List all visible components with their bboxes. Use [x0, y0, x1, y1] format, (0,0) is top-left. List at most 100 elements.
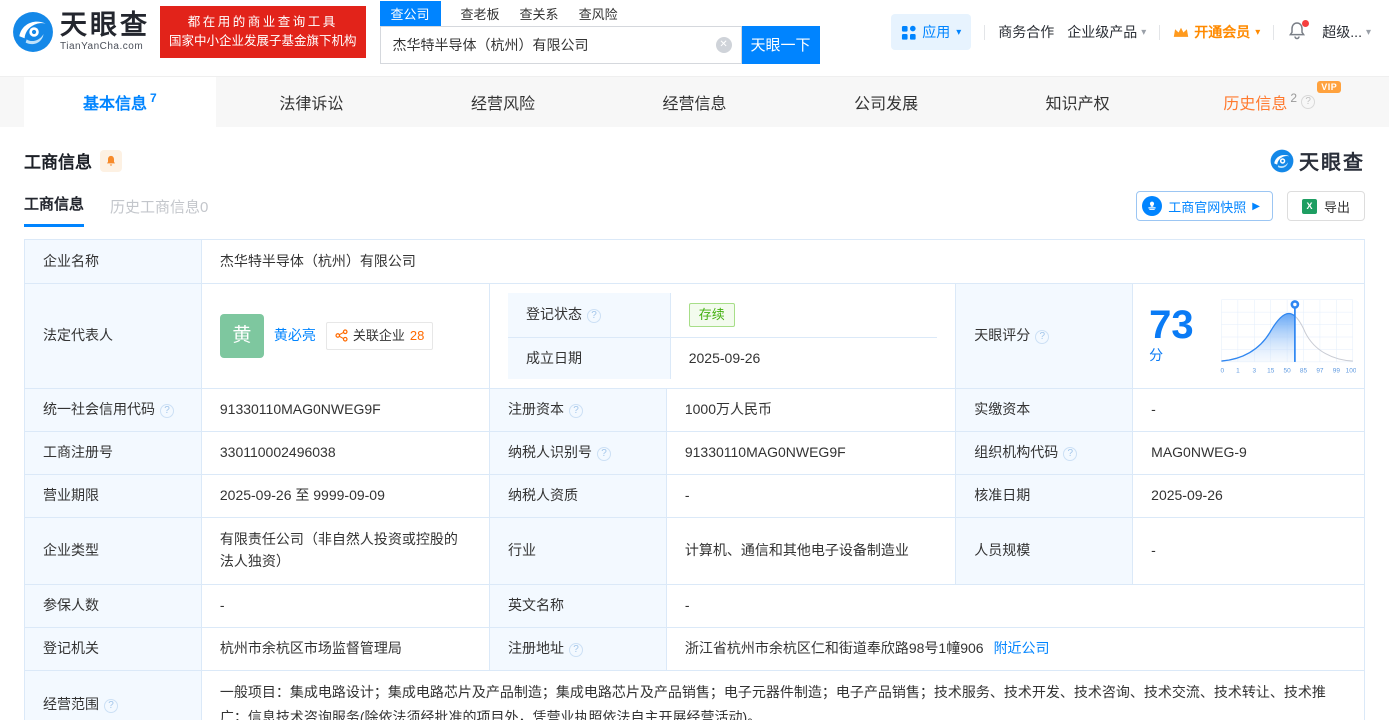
- search-tab-boss[interactable]: 查老板: [461, 4, 500, 23]
- promo-line2: 国家中小企业发展子基金旗下机构: [169, 34, 357, 48]
- legal-rep-link[interactable]: 黄必亮: [274, 325, 316, 347]
- field-label: 行业: [488, 517, 667, 585]
- help-icon[interactable]: [568, 404, 583, 419]
- field-label: 登记机关: [24, 627, 202, 671]
- subtab-history-business-info[interactable]: 历史工商信息0: [110, 196, 208, 227]
- tab-operating-info[interactable]: 经营信息: [599, 77, 791, 127]
- divider: [1159, 24, 1161, 40]
- nav-apps[interactable]: 应用 ▾: [891, 14, 972, 50]
- help-icon[interactable]: [568, 643, 583, 658]
- tianyancha-logo-icon: [13, 12, 53, 52]
- notification-dot: [1302, 20, 1310, 27]
- official-snapshot-button[interactable]: 工商官网快照 ▶: [1136, 191, 1273, 221]
- promo-line1: 都在用的商业查询工具: [187, 14, 338, 29]
- help-icon[interactable]: [104, 699, 118, 714]
- nav-enterprise-product[interactable]: 企业级产品 ▾: [1067, 22, 1146, 42]
- avatar[interactable]: 黄: [219, 314, 264, 358]
- search-tab-company[interactable]: 查公司: [379, 0, 441, 26]
- field-label: 英文名称: [488, 584, 667, 628]
- tianyancha-logo[interactable]: 天眼查 TianYanCha.com: [12, 11, 150, 53]
- svg-text:15: 15: [1267, 367, 1275, 374]
- search-tab-relation[interactable]: 查关系: [520, 4, 559, 23]
- score-unit: 分: [1149, 347, 1164, 364]
- watermark-logo: 天眼查: [1270, 146, 1365, 175]
- notification-bell[interactable]: [1287, 20, 1310, 43]
- divider: [984, 24, 986, 40]
- search-input[interactable]: 杰华特半导体（杭州）有限公司 ✕: [379, 25, 742, 64]
- bell-icon: [106, 155, 116, 166]
- field-label: 成立日期: [507, 337, 671, 379]
- field-label: 登记状态: [507, 293, 671, 338]
- chevron-down-icon: ▾: [1255, 26, 1261, 38]
- nav-vip-upgrade[interactable]: 开通会员 ▾: [1173, 22, 1260, 42]
- field-label: 企业类型: [24, 517, 202, 585]
- field-value: 1000万人民币: [665, 388, 957, 432]
- search-input-value: 杰华特半导体（杭州）有限公司: [392, 36, 589, 53]
- svg-text:0: 0: [1220, 367, 1224, 374]
- nearby-companies-link[interactable]: 附近公司: [994, 640, 1050, 656]
- table-row: 营业期限 2025-09-26 至 9999-09-09 纳税人资质 - 核准日…: [24, 474, 1365, 518]
- field-value: 91330110MAG0NWEG9F: [200, 388, 490, 432]
- chevron-down-icon: ▾: [1141, 26, 1147, 38]
- search-tab-risk[interactable]: 查风险: [579, 4, 618, 23]
- field-value: 91330110MAG0NWEG9F: [665, 431, 957, 475]
- field-value: -: [665, 584, 1366, 628]
- help-icon[interactable]: [1063, 447, 1078, 462]
- help-icon[interactable]: [1035, 330, 1050, 345]
- related-companies-button[interactable]: 关联企业 28: [325, 321, 434, 351]
- tab-intellectual-property[interactable]: 知识产权: [982, 77, 1174, 127]
- field-value: -: [200, 584, 490, 628]
- stamp-icon: [1142, 196, 1163, 216]
- field-value: 有限责任公司（非自然人投资或控股的法人独资）: [200, 517, 490, 585]
- section-title: 工商信息: [24, 153, 92, 172]
- table-row: 工商注册号 330110002496038 纳税人识别号 91330110MAG…: [24, 431, 1365, 475]
- tab-count: 7: [149, 91, 157, 105]
- field-label: 纳税人资质: [488, 474, 667, 518]
- help-icon[interactable]: [596, 447, 611, 462]
- nav-super-vip[interactable]: 超级... ▾: [1322, 22, 1371, 42]
- table-row: 登记机关 杭州市余杭区市场监督管理局 注册地址 浙江省杭州市余杭区仁和街道奉欣路…: [24, 627, 1366, 671]
- network-icon: [335, 329, 348, 343]
- subscribe-bell-badge[interactable]: [100, 149, 122, 172]
- field-label: 纳税人识别号: [488, 431, 667, 475]
- crown-icon: [1174, 27, 1189, 37]
- registered-address-value: 浙江省杭州市余杭区仁和街道奉欣路98号1幢906 附近公司: [665, 627, 1366, 671]
- nav-business-coop[interactable]: 商务合作: [998, 22, 1054, 42]
- svg-text:50: 50: [1283, 367, 1291, 374]
- field-label: 工商注册号: [24, 431, 202, 475]
- tianyan-score[interactable]: 73分 0 1 3 15 50 85 97 99 100: [1133, 290, 1364, 382]
- field-label: 经营范围: [24, 669, 202, 720]
- tab-history-info[interactable]: VIP 历史信息 2 ?: [1173, 77, 1365, 127]
- subtab-business-info[interactable]: 工商信息: [24, 193, 85, 227]
- watermark-text: 天眼查: [1299, 152, 1365, 174]
- table-row: 企业类型 有限责任公司（非自然人投资或控股的法人独资） 行业 计算机、通信和其他…: [24, 517, 1365, 585]
- arrow-right-icon: ▶: [1252, 200, 1260, 212]
- table-row: 参保人数 - 英文名称 -: [24, 584, 1366, 628]
- help-icon[interactable]: [160, 404, 174, 419]
- field-label: 注册地址: [488, 627, 667, 671]
- search-button[interactable]: 天眼一下: [741, 25, 820, 64]
- establish-date-value: 2025-09-26: [688, 349, 761, 366]
- tab-legal-litigation[interactable]: 法律诉讼: [216, 77, 408, 127]
- table-row: 登记状态 存续: [507, 293, 938, 338]
- export-button[interactable]: X 导出: [1286, 191, 1365, 221]
- related-count: 28: [409, 327, 425, 343]
- field-value: -: [665, 474, 957, 518]
- field-value: 2025-09-26: [1132, 474, 1365, 518]
- promo-banner: 都在用的商业查询工具 国家中小企业发展子基金旗下机构: [160, 5, 366, 59]
- table-row: 成立日期 2025-09-26: [507, 337, 937, 379]
- nav-apps-label: 应用: [922, 24, 951, 40]
- clear-icon[interactable]: ✕: [715, 36, 732, 53]
- search-tabs: 查公司 查老板 查关系 查风险: [379, 0, 820, 26]
- header-nav: 应用 ▾ 商务合作 企业级产品 ▾ 开通会员 ▾ 超级... ▾: [891, 14, 1371, 50]
- help-icon[interactable]: ?: [1301, 95, 1316, 109]
- tab-company-development[interactable]: 公司发展: [790, 77, 982, 127]
- vip-badge: VIP: [1317, 81, 1342, 93]
- field-value: 计算机、通信和其他电子设备制造业: [665, 517, 957, 585]
- field-label: 核准日期: [955, 474, 1134, 518]
- status-badge: 存续: [688, 302, 735, 327]
- divider: [1273, 24, 1275, 40]
- tab-operating-risk[interactable]: 经营风险: [407, 77, 599, 127]
- help-icon[interactable]: [586, 309, 601, 324]
- tab-basic-info[interactable]: 基本信息 7: [24, 77, 216, 127]
